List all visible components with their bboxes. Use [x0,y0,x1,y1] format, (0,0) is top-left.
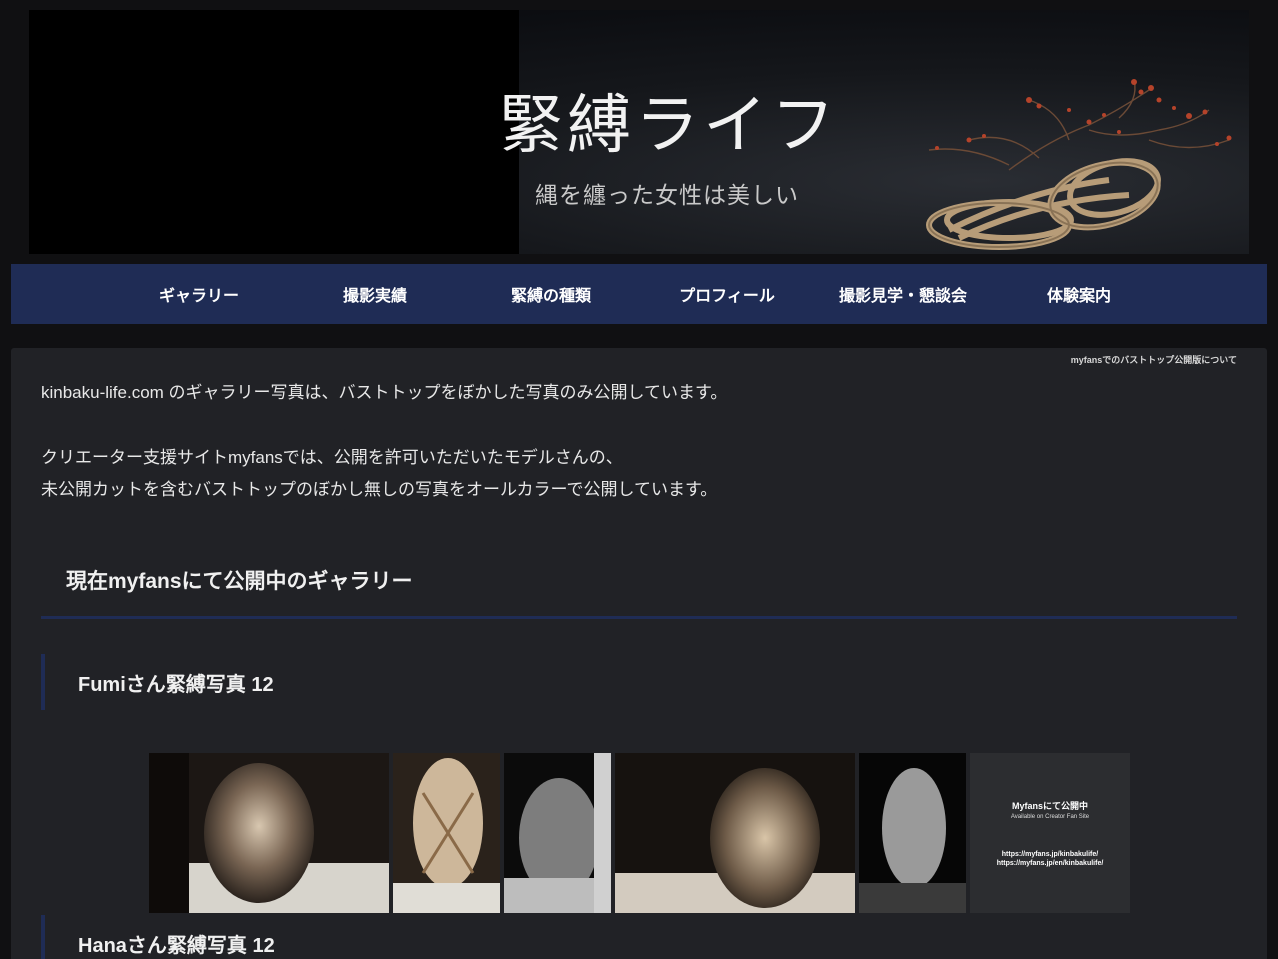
banner-dark-panel [29,10,519,254]
breadcrumb[interactable]: myfansでのバストトップ公開版について [1071,353,1237,366]
site-subtitle: 縄を纏った女性は美しい [535,183,799,209]
nav-item-gallery[interactable]: ギャラリー [111,282,287,306]
gallery-thumbnail[interactable] [393,753,500,913]
promo-subtitle: Available on Creator Fan Site [1010,814,1090,820]
gallery-thumbnail[interactable] [859,753,966,913]
nav-item-kinbaku-types[interactable]: 緊縛の種類 [463,282,639,306]
rope-coil-illustration [926,79,1232,250]
intro-paragraph-2-line-1: クリエーター支援サイトmyfansでは、公開を許可いただいたモデルさんの、 [41,448,623,467]
gallery-heading-fumi[interactable]: Fumiさん緊縛写真 12 [41,654,1237,710]
nav-item-profile[interactable]: プロフィール [639,282,815,306]
myfans-promo-tile[interactable]: Myfansにて公開中 Available on Creator Fan Sit… [970,753,1130,913]
promo-title: Myfansにて公開中 [1011,801,1088,811]
section-heading: 現在myfansにて公開中のギャラリー [41,553,1237,619]
header-banner[interactable]: 緊縛ライフ 縄を纏った女性は美しい [29,10,1249,254]
intro-paragraph-2-line-2: 未公開カットを含むバストトップのぼかし無しの写真をオールカラーで公開しています。 [41,480,718,499]
nav-item-works[interactable]: 撮影実績 [287,282,463,306]
gallery-thumbnail[interactable] [149,753,389,913]
intro-paragraph-1: kinbaku-life.com のギャラリー写真は、バストトップをぼかした写真… [41,383,728,402]
content-card: myfansでのバストトップ公開版について kinbaku-life.com の… [11,348,1267,959]
gallery-heading-hana[interactable]: Hanaさん緊縛写真 12 [41,915,1237,959]
promo-url-jp[interactable]: https://myfans.jp/kinbakulife/ [970,850,1130,859]
nav-item-experience[interactable]: 体験案内 [991,282,1167,306]
gallery-thumbnail[interactable] [504,753,611,913]
gallery-thumbnail[interactable] [615,753,855,913]
promo-url-en[interactable]: https://myfans.jp/en/kinbakulife/ [970,859,1130,868]
site-title[interactable]: 緊縛ライフ [499,94,839,158]
main-navigation: ギャラリー 撮影実績 緊縛の種類 プロフィール 撮影見学・懇談会 体験案内 [11,264,1267,324]
nav-item-visit-meetup[interactable]: 撮影見学・懇談会 [815,282,991,306]
